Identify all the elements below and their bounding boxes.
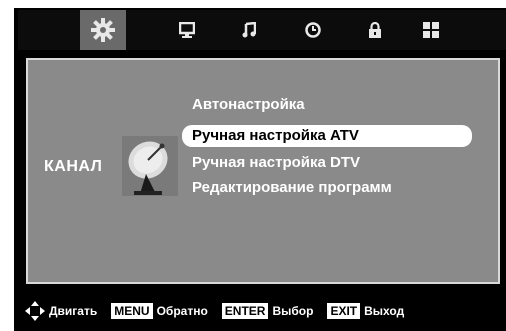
direction-arrows-icon bbox=[25, 301, 45, 321]
menu-category-title: КАНАЛ bbox=[44, 158, 103, 175]
hint-exit: EXIT Выход bbox=[327, 303, 404, 319]
exit-key: EXIT bbox=[327, 303, 361, 319]
gear-icon bbox=[90, 17, 116, 43]
menu-item-atv-manual-tuning[interactable]: Ручная настройка ATV bbox=[182, 125, 472, 147]
hint-menu: MENU Обратно bbox=[111, 303, 208, 319]
music-note-icon bbox=[242, 22, 256, 38]
grid-icon bbox=[423, 22, 439, 38]
lock-icon bbox=[368, 22, 382, 38]
tab-time[interactable] bbox=[290, 10, 336, 50]
menu-item-dtv-manual-tuning[interactable]: Ручная настройка DTV bbox=[192, 152, 360, 174]
hint-move-label: Двигать bbox=[49, 304, 98, 318]
hint-enter-label: Выбор bbox=[272, 304, 314, 318]
tab-bar bbox=[18, 10, 506, 50]
tab-picture[interactable] bbox=[164, 10, 210, 50]
tab-lock[interactable] bbox=[352, 10, 398, 50]
tab-sound[interactable] bbox=[226, 10, 272, 50]
satellite-dish-icon bbox=[122, 136, 178, 196]
footer-hints: Двигать MENU Обратно ENTER Выбор EXIT Вы… bbox=[14, 296, 506, 326]
menu-key: MENU bbox=[111, 303, 153, 319]
hint-move: Двигать bbox=[24, 300, 97, 322]
menu-item-program-edit[interactable]: Редактирование программ bbox=[192, 177, 392, 199]
monitor-icon bbox=[179, 22, 195, 38]
enter-key: ENTER bbox=[221, 303, 269, 319]
menu-item-auto-tuning[interactable]: Автонастройка bbox=[192, 94, 305, 116]
clock-icon bbox=[305, 22, 321, 38]
hint-exit-label: Выход bbox=[364, 304, 405, 318]
hint-enter: ENTER Выбор bbox=[221, 303, 314, 319]
tab-setup[interactable] bbox=[80, 10, 126, 50]
tab-options[interactable] bbox=[408, 10, 454, 50]
hint-menu-label: Обратно bbox=[156, 304, 208, 318]
